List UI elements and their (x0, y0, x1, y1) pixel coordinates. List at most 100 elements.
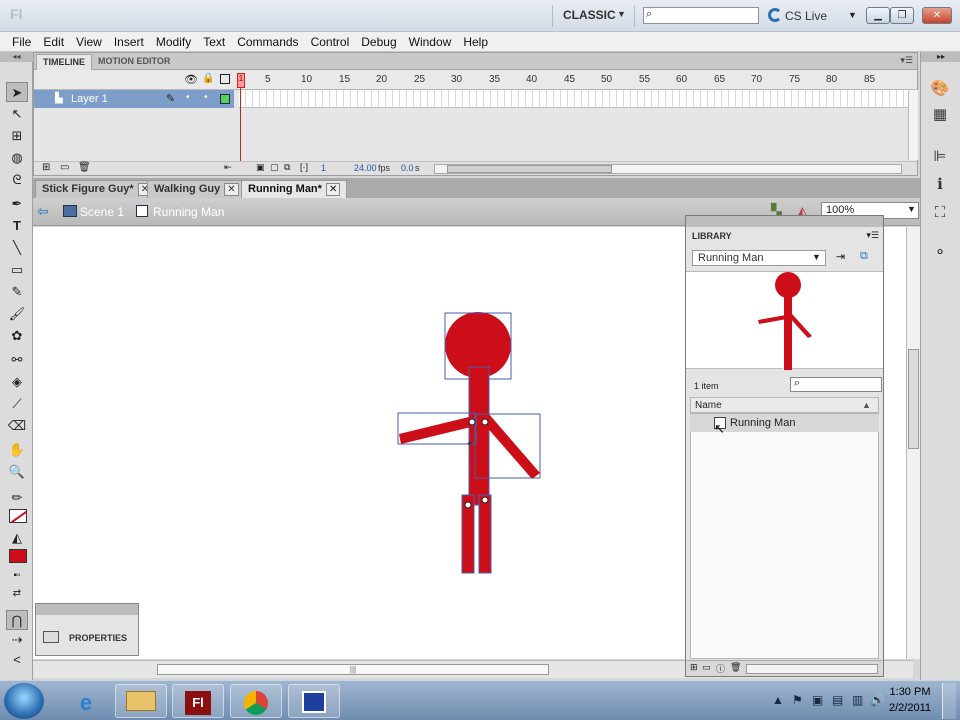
properties-label[interactable]: PROPERTIES (69, 633, 127, 643)
delete-layer-icon[interactable]: 🗑 (78, 162, 91, 173)
text-tool-icon[interactable]: T (6, 216, 28, 236)
components-icon[interactable]: ⚬ (929, 242, 951, 264)
list-item-label[interactable]: Running Man (730, 417, 795, 429)
snap-to-objects-icon[interactable]: ⋂ (6, 610, 28, 630)
maximize-button[interactable]: ❐ (890, 7, 914, 24)
straighten-icon[interactable]: < (6, 650, 28, 670)
tab-timeline[interactable]: TIMELINE (36, 54, 92, 70)
scroll-to-playhead-icon[interactable]: ⇤ (224, 162, 232, 173)
menu-text[interactable]: Text (197, 32, 231, 51)
breadcrumb-symbol[interactable]: Running Man (153, 205, 224, 219)
close-button[interactable]: ✕ (922, 7, 952, 24)
fill-color-bucket-icon[interactable]: ◭ (6, 528, 28, 548)
new-folder-icon[interactable]: ▭ (702, 662, 711, 673)
bone-tool-icon[interactable]: ⚯ (6, 350, 28, 370)
menu-help[interactable]: Help (457, 32, 494, 51)
tab-document-running-man[interactable]: Running Man* ✕ (241, 180, 348, 198)
figure-right-leg[interactable] (478, 494, 492, 574)
menu-control[interactable]: Control (305, 32, 356, 51)
network-icon[interactable]: ▥ (852, 693, 863, 707)
properties-panel-collapsed[interactable]: PROPERTIES (35, 603, 139, 656)
timeline-vertical-scrollbar[interactable] (908, 90, 918, 160)
eye-icon[interactable]: 👁 (184, 73, 198, 86)
hand-tool-icon[interactable]: ✋ (6, 440, 28, 460)
library-document-select[interactable]: Running Man (692, 250, 826, 266)
help-search-input[interactable] (643, 7, 759, 24)
info-icon[interactable]: ℹ (929, 174, 951, 196)
menu-view[interactable]: View (70, 32, 108, 51)
library-search-input[interactable] (790, 377, 882, 392)
edit-multiple-frames-icon[interactable]: ⧉ (284, 162, 290, 173)
scrollbar-thumb[interactable] (447, 165, 612, 173)
library-horizontal-scrollbar[interactable] (746, 664, 878, 674)
eraser-tool-icon[interactable]: ⌫ (6, 416, 28, 436)
default-colors-icon[interactable]: ▪▫ (6, 566, 28, 586)
column-header-name[interactable]: Name (690, 397, 879, 413)
menu-window[interactable]: Window (403, 32, 458, 51)
modify-markers-icon[interactable]: [·] (300, 162, 308, 172)
volume-icon[interactable]: 🔊 (870, 693, 885, 707)
panel-grip[interactable]: ▸▸ (921, 52, 960, 62)
selection-tool-icon[interactable]: ➤ (6, 82, 28, 102)
color-palette-icon[interactable]: 🎨 (929, 78, 951, 100)
onion-outline-icon[interactable]: ▢ (270, 162, 279, 173)
pin-library-icon[interactable]: ⇥ (836, 250, 845, 263)
cs-live-button[interactable]: CS Live (785, 9, 827, 23)
joint-handle[interactable] (481, 496, 489, 504)
menu-edit[interactable]: Edit (37, 32, 70, 51)
chevron-down-icon[interactable]: ▼ (848, 10, 857, 20)
menu-modify[interactable]: Modify (150, 32, 197, 51)
app-window-icon[interactable] (288, 684, 340, 718)
eyedropper-tool-icon[interactable]: ⟋ (6, 394, 28, 414)
menu-file[interactable]: File (6, 32, 37, 51)
panel-header-bar[interactable] (686, 216, 883, 227)
line-tool-icon[interactable]: ╲ (6, 238, 28, 258)
stage-vertical-scrollbar[interactable] (906, 227, 920, 659)
layer-name[interactable]: Layer 1 (71, 93, 108, 105)
sort-ascending-icon[interactable]: ▲ (862, 400, 871, 410)
outline-icon[interactable] (220, 74, 230, 84)
outline-color-swatch[interactable] (220, 94, 230, 104)
panel-header-bar[interactable] (36, 604, 138, 615)
rectangle-tool-icon[interactable]: ▭ (6, 260, 28, 280)
start-button[interactable] (4, 683, 44, 719)
tray-app-icon[interactable]: ▤ (832, 693, 843, 707)
chevron-down-icon[interactable]: ▼ (617, 9, 626, 19)
align-icon[interactable]: ⊫ (929, 146, 951, 168)
swatches-icon[interactable]: ▦ (929, 104, 951, 126)
menu-debug[interactable]: Debug (355, 32, 402, 51)
frames-track[interactable] (239, 90, 911, 108)
brush-tool-icon[interactable]: 🖌 (6, 304, 28, 324)
frame-rate-value[interactable]: 24.00 (354, 163, 377, 173)
menu-insert[interactable]: Insert (108, 32, 150, 51)
new-library-panel-icon[interactable]: ⧉ (860, 250, 868, 263)
lock-icon[interactable]: 🔒 (202, 73, 214, 84)
clock-time[interactable]: 1:30 PM (888, 686, 932, 698)
fill-color-swatch[interactable] (9, 549, 27, 563)
clock-date[interactable]: 2/2/2011 (888, 702, 932, 714)
zoom-tool-icon[interactable]: 🔍 (6, 462, 28, 482)
scrollbar-thumb[interactable] (908, 349, 919, 449)
smooth-icon[interactable]: ⇢ (6, 630, 28, 650)
stroke-color-swatch[interactable] (9, 509, 27, 523)
list-item[interactable]: Running Man ↖ (690, 414, 879, 436)
joint-handle[interactable] (464, 501, 472, 509)
panel-grip[interactable]: ◂◂ (0, 52, 33, 62)
deco-tool-icon[interactable]: ✿ (6, 326, 28, 346)
stroke-color-pencil-icon[interactable]: ✏ (6, 488, 28, 508)
minimize-button[interactable]: ▁ (866, 7, 890, 24)
joint-handle[interactable] (468, 418, 476, 426)
library-title[interactable]: LIBRARY (692, 231, 732, 241)
free-transform-tool-icon[interactable]: ⊞ (6, 126, 28, 146)
panel-menu-icon[interactable]: ▾☰ (900, 55, 913, 66)
properties-icon[interactable]: ⓘ (716, 662, 725, 675)
chrome-icon[interactable] (230, 684, 282, 718)
3d-rotation-tool-icon[interactable]: ◍ (6, 148, 28, 168)
show-desktop-button[interactable] (942, 683, 956, 719)
tab-motion-editor[interactable]: MOTION EDITOR (92, 54, 176, 70)
internet-explorer-icon[interactable]: e (60, 684, 112, 718)
transform-icon[interactable]: ⛶ (929, 202, 951, 224)
swap-colors-icon[interactable]: ⇄ (6, 584, 28, 604)
delete-icon[interactable]: 🗑 (730, 662, 741, 673)
lasso-tool-icon[interactable]: ᘓ (6, 170, 28, 190)
